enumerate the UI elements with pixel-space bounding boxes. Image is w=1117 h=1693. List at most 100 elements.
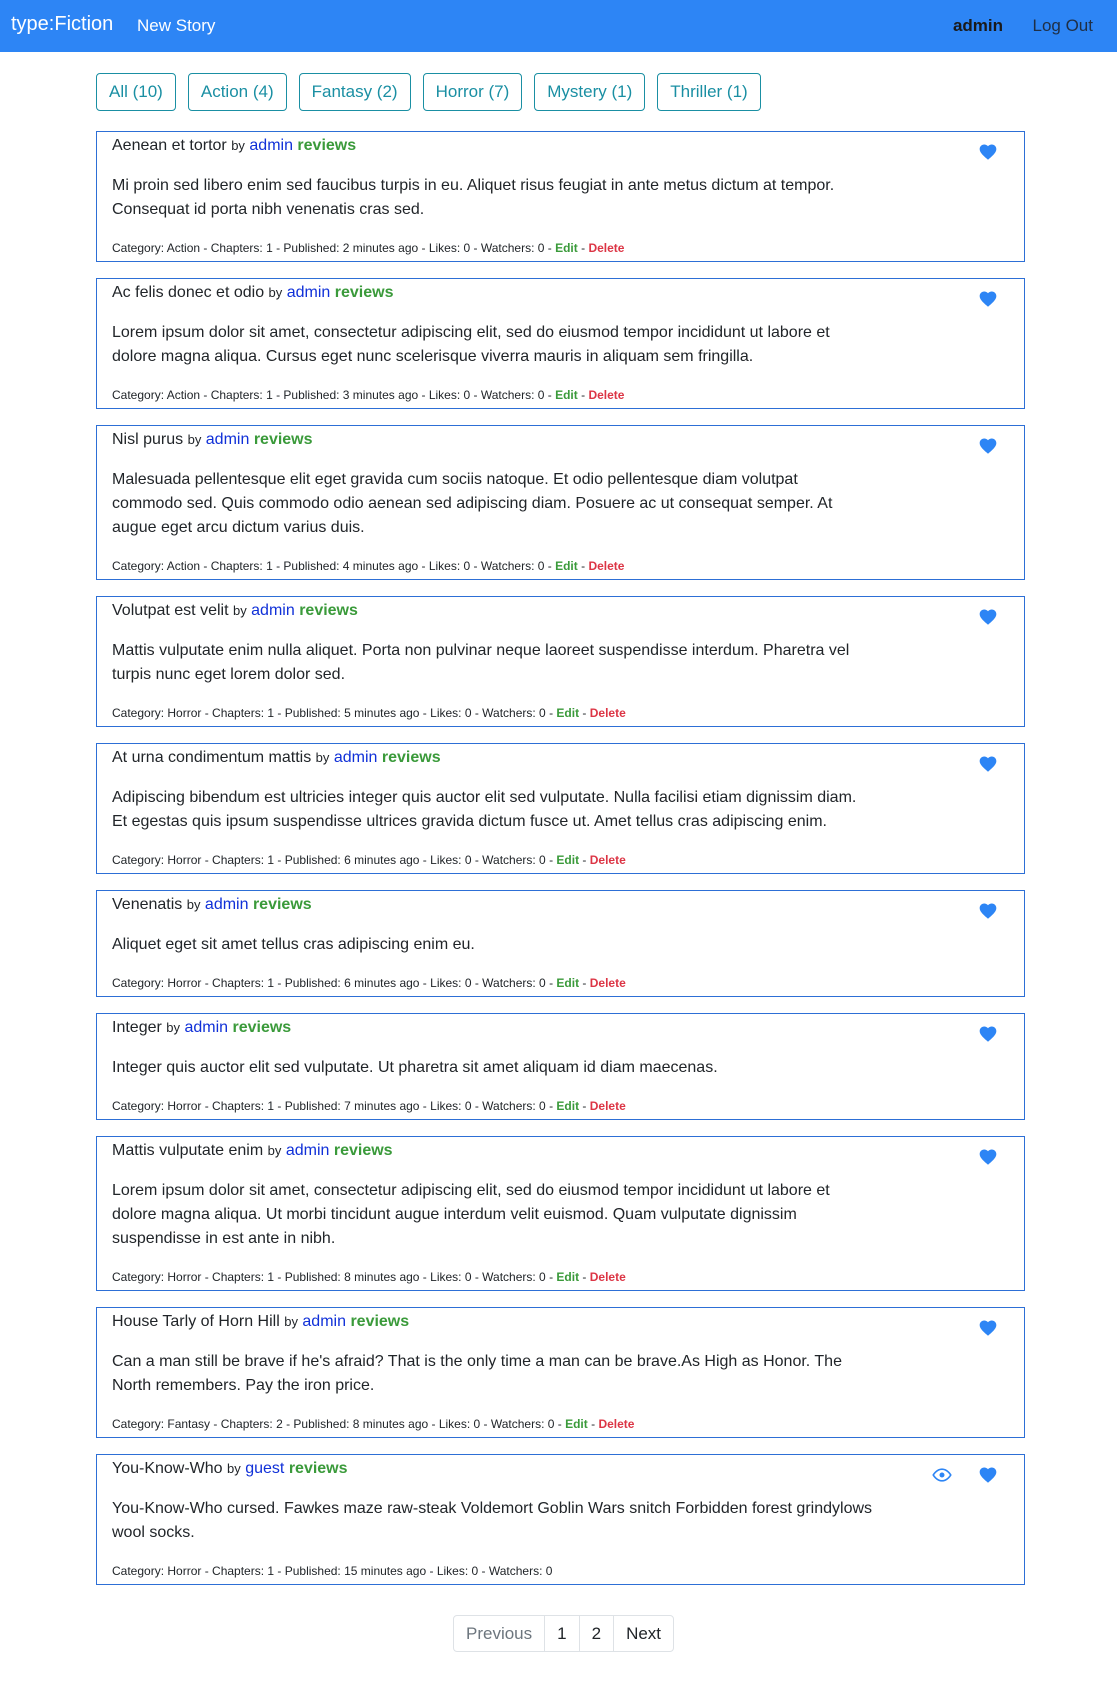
story-meta-text: Category: Horror - Chapters: 1 - Publish… xyxy=(112,1564,553,1578)
story-meta: Category: Action - Chapters: 1 - Publish… xyxy=(112,388,625,402)
filter-button[interactable]: Thriller (1) xyxy=(657,73,761,111)
story-title[interactable]: Ac felis donec et odio xyxy=(112,284,264,301)
eye-icon[interactable] xyxy=(932,1465,952,1485)
author-link[interactable]: admin xyxy=(286,1142,330,1159)
edit-link[interactable]: Edit xyxy=(555,241,578,255)
author-link[interactable]: admin xyxy=(287,284,331,301)
story-header: At urna condimentum mattis by admin revi… xyxy=(112,747,1009,769)
page-link-2[interactable]: 2 xyxy=(578,1615,615,1652)
reviews-link[interactable]: reviews xyxy=(297,137,356,154)
story-card: Aenean et tortor by admin reviews Mi proi… xyxy=(96,131,1025,262)
heart-icon[interactable] xyxy=(978,754,998,774)
story-title[interactable]: Venenatis xyxy=(112,896,182,913)
reviews-link[interactable]: reviews xyxy=(334,1142,393,1159)
story-meta: Category: Fantasy - Chapters: 2 - Publis… xyxy=(112,1417,635,1431)
previous-page-link[interactable]: Previous xyxy=(453,1615,546,1652)
author-link[interactable]: guest xyxy=(245,1460,284,1477)
by-label: by xyxy=(268,285,283,300)
edit-link[interactable]: Edit xyxy=(556,1270,579,1284)
author-link[interactable]: admin xyxy=(251,602,295,619)
delete-link[interactable]: Delete xyxy=(588,241,624,255)
reviews-link[interactable]: reviews xyxy=(254,431,313,448)
story-card: Nisl purus by admin reviews Malesuada pel… xyxy=(96,425,1025,580)
delete-link[interactable]: Delete xyxy=(598,1417,634,1431)
edit-link[interactable]: Edit xyxy=(555,388,578,402)
user-link[interactable]: admin xyxy=(953,16,1003,36)
story-title[interactable]: House Tarly of Horn Hill xyxy=(112,1313,280,1330)
delete-link[interactable]: Delete xyxy=(590,1099,626,1113)
story-header: Nisl purus by admin reviews xyxy=(112,429,1009,451)
next-page-link[interactable]: Next xyxy=(613,1615,675,1652)
author-link[interactable]: admin xyxy=(184,1019,228,1036)
reviews-link[interactable]: reviews xyxy=(299,602,358,619)
story-title[interactable]: At urna condimentum mattis xyxy=(112,749,311,766)
reviews-link[interactable]: reviews xyxy=(350,1313,409,1330)
heart-icon[interactable] xyxy=(978,1465,998,1485)
story-card: At urna condimentum mattis by admin revi… xyxy=(96,743,1025,874)
author-link[interactable]: admin xyxy=(334,749,378,766)
story-meta: Category: Action - Chapters: 1 - Publish… xyxy=(112,559,625,573)
by-label: by xyxy=(186,897,201,912)
by-label: by xyxy=(267,1143,282,1158)
heart-icon[interactable] xyxy=(978,436,998,456)
story-header: Aenean et tortor by admin reviews xyxy=(112,135,1009,157)
filter-button[interactable]: Mystery (1) xyxy=(534,73,646,111)
story-header: Volutpat est velit by admin reviews xyxy=(112,600,1009,622)
edit-link[interactable]: Edit xyxy=(556,853,579,867)
filter-button[interactable]: Action (4) xyxy=(187,73,287,111)
author-link[interactable]: admin xyxy=(249,137,293,154)
story-meta-text: Category: Action - Chapters: 1 - Publish… xyxy=(112,241,545,255)
author-link[interactable]: admin xyxy=(205,896,249,913)
story-title[interactable]: Mattis vulputate enim xyxy=(112,1142,263,1159)
edit-link[interactable]: Edit xyxy=(555,559,578,573)
logout-link[interactable]: Log Out xyxy=(1033,16,1094,36)
delete-link[interactable]: Delete xyxy=(590,853,626,867)
story-meta-text: Category: Horror - Chapters: 1 - Publish… xyxy=(112,1099,546,1113)
story-title[interactable]: Aenean et tortor xyxy=(112,137,227,154)
heart-icon[interactable] xyxy=(978,289,998,309)
brand-link[interactable]: type:Fiction xyxy=(11,13,113,36)
reviews-link[interactable]: reviews xyxy=(382,749,441,766)
heart-icon[interactable] xyxy=(978,607,998,627)
edit-link[interactable]: Edit xyxy=(556,706,579,720)
edit-link[interactable]: Edit xyxy=(556,1099,579,1113)
filter-button[interactable]: Horror (7) xyxy=(422,73,523,111)
filter-button[interactable]: All (10) xyxy=(96,73,176,111)
heart-icon[interactable] xyxy=(978,1024,998,1044)
reviews-link[interactable]: reviews xyxy=(253,896,312,913)
author-link[interactable]: admin xyxy=(302,1313,346,1330)
story-meta-text: Category: Horror - Chapters: 1 - Publish… xyxy=(112,976,546,990)
reviews-link[interactable]: reviews xyxy=(289,1460,348,1477)
new-story-link[interactable]: New Story xyxy=(137,16,215,36)
story-meta-text: Category: Horror - Chapters: 1 - Publish… xyxy=(112,1270,546,1284)
story-meta-text: Category: Action - Chapters: 1 - Publish… xyxy=(112,388,545,402)
author-link[interactable]: admin xyxy=(206,431,250,448)
story-title[interactable]: Volutpat est velit xyxy=(112,602,229,619)
reviews-link[interactable]: reviews xyxy=(335,284,394,301)
edit-link[interactable]: Edit xyxy=(556,976,579,990)
delete-link[interactable]: Delete xyxy=(588,388,624,402)
story-description: Can a man still be brave if he's afraid?… xyxy=(112,1353,842,1394)
page-link-1[interactable]: 1 xyxy=(544,1615,580,1652)
heart-icon[interactable] xyxy=(978,1318,998,1338)
story-meta: Category: Horror - Chapters: 1 - Publish… xyxy=(112,976,626,990)
story-meta-text: Category: Horror - Chapters: 1 - Publish… xyxy=(112,853,546,867)
heart-icon[interactable] xyxy=(978,1147,998,1167)
story-title[interactable]: Nisl purus xyxy=(112,431,183,448)
by-label: by xyxy=(231,138,245,153)
reviews-link[interactable]: reviews xyxy=(232,1019,291,1036)
heart-icon[interactable] xyxy=(978,142,998,162)
story-title[interactable]: You-Know-Who xyxy=(112,1460,223,1477)
story-description: Mi proin sed libero enim sed faucibus tu… xyxy=(112,177,835,218)
delete-link[interactable]: Delete xyxy=(588,559,624,573)
story-description: Mattis vulputate enim nulla aliquet. Por… xyxy=(112,642,850,683)
filter-button[interactable]: Fantasy (2) xyxy=(298,73,411,111)
delete-link[interactable]: Delete xyxy=(590,1270,626,1284)
by-label: by xyxy=(166,1020,180,1035)
delete-link[interactable]: Delete xyxy=(590,706,626,720)
heart-icon[interactable] xyxy=(978,901,998,921)
by-label: by xyxy=(284,1314,298,1329)
story-title[interactable]: Integer xyxy=(112,1019,162,1036)
delete-link[interactable]: Delete xyxy=(590,976,626,990)
edit-link[interactable]: Edit xyxy=(565,1417,588,1431)
